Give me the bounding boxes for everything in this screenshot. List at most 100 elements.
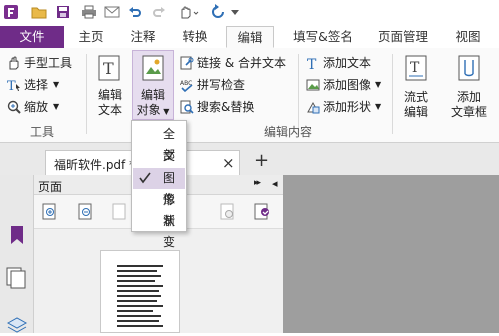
add-image-icon (306, 78, 320, 92)
menu-item-shape[interactable]: 形状 (133, 190, 185, 228)
edit-content-group-label: 编辑内容 (264, 125, 313, 139)
edit-object-dropdown-menu: 全部 文本 图像 形状 渐变 (131, 120, 187, 249)
ribbon-edit-panel: 手型工具 T 选择 ▼ 缩放 ▼ 工具 T 编辑 文本 编辑 对象 ▼ 链接 &… (0, 48, 499, 143)
add-shape-icon (306, 100, 320, 114)
save-icon[interactable] (54, 3, 72, 21)
menu-item-all[interactable]: 全部 (133, 124, 185, 162)
group-divider (392, 54, 393, 134)
document-view[interactable] (283, 175, 499, 333)
ribbon-tab-bar: 文件 主页 注释 转换 编辑 填写&签名 页面管理 视图 (0, 26, 499, 49)
add-image-label: 添加图像 (323, 78, 372, 92)
add-text-button[interactable]: T 添加文本 (306, 54, 372, 73)
bookmark-icon[interactable] (10, 225, 24, 248)
search-replace-label: 搜索&替换 (197, 100, 255, 114)
add-text-icon: T (306, 56, 320, 73)
pin-panel-icon[interactable]: ◂ (272, 177, 278, 190)
add-article-box-label-1: 添加 (456, 90, 481, 104)
new-tab-button[interactable]: + (254, 150, 269, 171)
delete-page-icon[interactable] (220, 203, 236, 224)
edit-text-button[interactable]: 编辑 文本 (94, 88, 126, 118)
zoom-label: 缩放 (24, 100, 49, 114)
quick-access-toolbar (0, 0, 499, 26)
zoom-in-thumbnail-icon[interactable] (42, 203, 58, 224)
select-label: 选择 (24, 78, 49, 92)
zoom-out-thumbnail-icon[interactable] (78, 203, 94, 224)
edit-text-icon: T (96, 54, 122, 82)
edit-object-label-2: 对象 ▼ (136, 103, 170, 117)
group-divider (86, 54, 87, 134)
panel-title: 页面 (38, 180, 63, 194)
app-logo-icon (2, 3, 20, 21)
tab-home[interactable]: 主页 (70, 26, 112, 48)
tab-convert[interactable]: 转换 (174, 26, 216, 48)
search-replace-button[interactable]: 搜索&替换 (180, 98, 254, 116)
edit-object-icon (140, 54, 166, 82)
spellcheck-button[interactable]: ABC 拼写检查 (180, 76, 245, 94)
menu-item-text[interactable]: 文本 (133, 146, 185, 184)
add-shape-label: 添加形状 (323, 100, 372, 114)
pages-thumbnail-icon[interactable] (6, 267, 28, 292)
menu-item-label: 渐变 (163, 214, 176, 249)
edit-object-label: 编辑 对象 ▼ (136, 88, 170, 119)
hand-tool-label: 手型工具 (24, 56, 73, 70)
add-image-dropdown-icon: ▼ (375, 80, 382, 89)
hand-tool-quick-icon[interactable] (176, 3, 200, 21)
add-article-box-icon (456, 54, 482, 82)
hand-tool-button[interactable]: 手型工具 (7, 54, 72, 72)
search-replace-icon (180, 100, 194, 114)
edit-text-label-1: 编辑 (97, 88, 122, 102)
redo-icon[interactable] (150, 3, 168, 21)
tab-file[interactable]: 文件 (0, 26, 64, 48)
link-merge-text-button[interactable]: 链接 & 合并文本 (180, 54, 286, 72)
flow-edit-label-1: 流式 (403, 90, 428, 104)
tools-group-label: 工具 (30, 125, 55, 139)
svg-text:T: T (307, 57, 317, 70)
document-tab-title: 福昕软件.pdf * (54, 158, 136, 172)
customize-quick-access-icon[interactable] (229, 3, 241, 21)
collapse-panel-icon[interactable]: ▸▸ (254, 178, 261, 188)
spellcheck-icon: ABC (180, 78, 194, 93)
panel-sidebar (0, 175, 34, 333)
menu-item-gradient[interactable]: 渐变 (133, 211, 185, 249)
zoom-dropdown-icon: ▼ (53, 102, 60, 111)
zoom-button[interactable]: 缩放 ▼ (7, 98, 59, 116)
insert-page-icon[interactable] (112, 203, 128, 224)
tab-page-management[interactable]: 页面管理 (368, 26, 438, 48)
edit-text-label-2: 文本 (97, 103, 122, 117)
link-merge-label: 链接 & 合并文本 (197, 56, 286, 70)
svg-text:T: T (103, 59, 114, 78)
page-text-lines (117, 265, 163, 327)
link-icon (180, 56, 194, 70)
page-thumbnail[interactable] (100, 250, 180, 333)
page-properties-icon[interactable] (254, 203, 272, 224)
tab-edit[interactable]: 编辑 (226, 26, 274, 48)
add-article-box-button[interactable]: 添加 文章框 (446, 90, 492, 120)
tab-comment[interactable]: 注释 (122, 26, 164, 48)
edit-object-label-1: 编辑 (140, 88, 165, 102)
add-shape-button[interactable]: 添加形状 ▼ (306, 98, 381, 116)
add-text-label: 添加文本 (323, 56, 372, 70)
close-tab-icon[interactable]: × (222, 154, 235, 172)
zoom-icon (7, 100, 21, 114)
flow-edit-icon: T (403, 54, 429, 82)
spellcheck-label: 拼写检查 (197, 78, 246, 92)
flow-edit-label-2: 编辑 (403, 105, 428, 119)
email-icon[interactable] (103, 3, 121, 21)
flow-edit-button[interactable]: 流式 编辑 (399, 90, 433, 120)
svg-text:T: T (7, 79, 16, 92)
tab-fill-sign[interactable]: 填写&签名 (284, 26, 362, 48)
add-image-button[interactable]: 添加图像 ▼ (306, 76, 381, 94)
refresh-icon[interactable] (205, 3, 229, 21)
add-shape-dropdown-icon: ▼ (375, 102, 382, 111)
open-folder-icon[interactable] (30, 3, 48, 21)
hand-icon (7, 56, 21, 70)
edit-object-dropdown-icon: ▼ (160, 107, 170, 116)
add-article-box-label-2: 文章框 (450, 105, 487, 119)
undo-icon[interactable] (126, 3, 144, 21)
tab-view[interactable]: 视图 (446, 26, 490, 48)
select-dropdown-icon: ▼ (53, 80, 60, 89)
print-icon[interactable] (80, 3, 98, 21)
svg-text:T: T (410, 60, 420, 76)
select-button[interactable]: T 选择 ▼ (7, 76, 59, 94)
menu-item-image[interactable]: 图像 (133, 168, 185, 206)
